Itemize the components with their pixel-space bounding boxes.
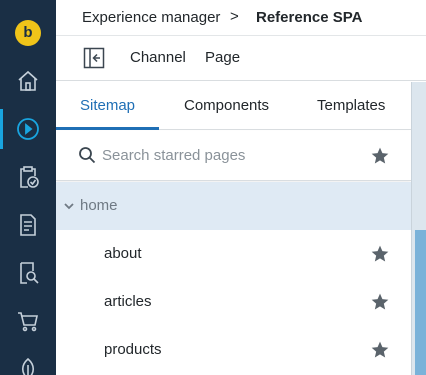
nav-channels[interactable]	[0, 105, 56, 153]
left-navigation: b	[0, 0, 56, 375]
nav-experiments[interactable]	[0, 345, 56, 375]
tree-item-label: home	[80, 197, 118, 214]
search-bar	[56, 131, 411, 181]
star-icon[interactable]	[370, 244, 390, 264]
star-filter-icon[interactable]	[370, 146, 390, 166]
brand-logo[interactable]: b	[15, 20, 41, 46]
chevron-down-icon[interactable]	[62, 199, 76, 213]
tree-item-articles[interactable]: articles	[56, 278, 411, 326]
search-icon	[79, 147, 96, 164]
nav-search-content[interactable]	[0, 249, 56, 297]
star-icon[interactable]	[370, 292, 390, 312]
active-tab-indicator	[56, 127, 159, 130]
page-menu[interactable]: Page	[205, 49, 240, 67]
sidebar-panel: Sitemap Components Templates home about …	[56, 82, 411, 375]
collapse-sidebar-icon[interactable]	[83, 47, 105, 69]
page-preview-content	[415, 230, 426, 375]
breadcrumb: Experience manager > Reference SPA	[56, 0, 426, 36]
channel-menu[interactable]: Channel	[130, 49, 186, 67]
page-preview-edge	[411, 82, 426, 375]
channel-toolbar: Channel Page	[56, 36, 426, 81]
document-icon	[20, 214, 36, 236]
document-search-icon	[20, 262, 39, 284]
sidebar-tabs: Sitemap Components Templates	[56, 82, 411, 130]
home-icon	[18, 70, 38, 91]
nav-home[interactable]	[0, 57, 56, 105]
tree-item-products[interactable]: products	[56, 326, 411, 374]
tree-item-home[interactable]: home	[56, 182, 411, 230]
search-input[interactable]	[102, 144, 352, 166]
tree-item-label: products	[104, 341, 162, 358]
breadcrumb-experience-manager[interactable]: Experience manager	[82, 9, 220, 27]
tree-item-label: articles	[104, 293, 152, 310]
tab-components[interactable]: Components	[184, 97, 269, 115]
chevron-right-icon: >	[230, 8, 239, 25]
tree-item-label: about	[104, 245, 142, 262]
breadcrumb-current-channel: Reference SPA	[256, 9, 363, 26]
tab-sitemap[interactable]: Sitemap	[80, 97, 135, 115]
tree-item-about[interactable]: about	[56, 230, 411, 278]
nav-commerce[interactable]	[0, 297, 56, 345]
play-icon	[17, 118, 39, 140]
tab-templates[interactable]: Templates	[317, 97, 385, 115]
leaf-icon	[21, 357, 35, 375]
nav-content[interactable]	[0, 201, 56, 249]
clipboard-check-icon	[20, 166, 39, 188]
nav-projects[interactable]	[0, 153, 56, 201]
star-icon[interactable]	[370, 340, 390, 360]
cart-icon	[18, 312, 38, 332]
